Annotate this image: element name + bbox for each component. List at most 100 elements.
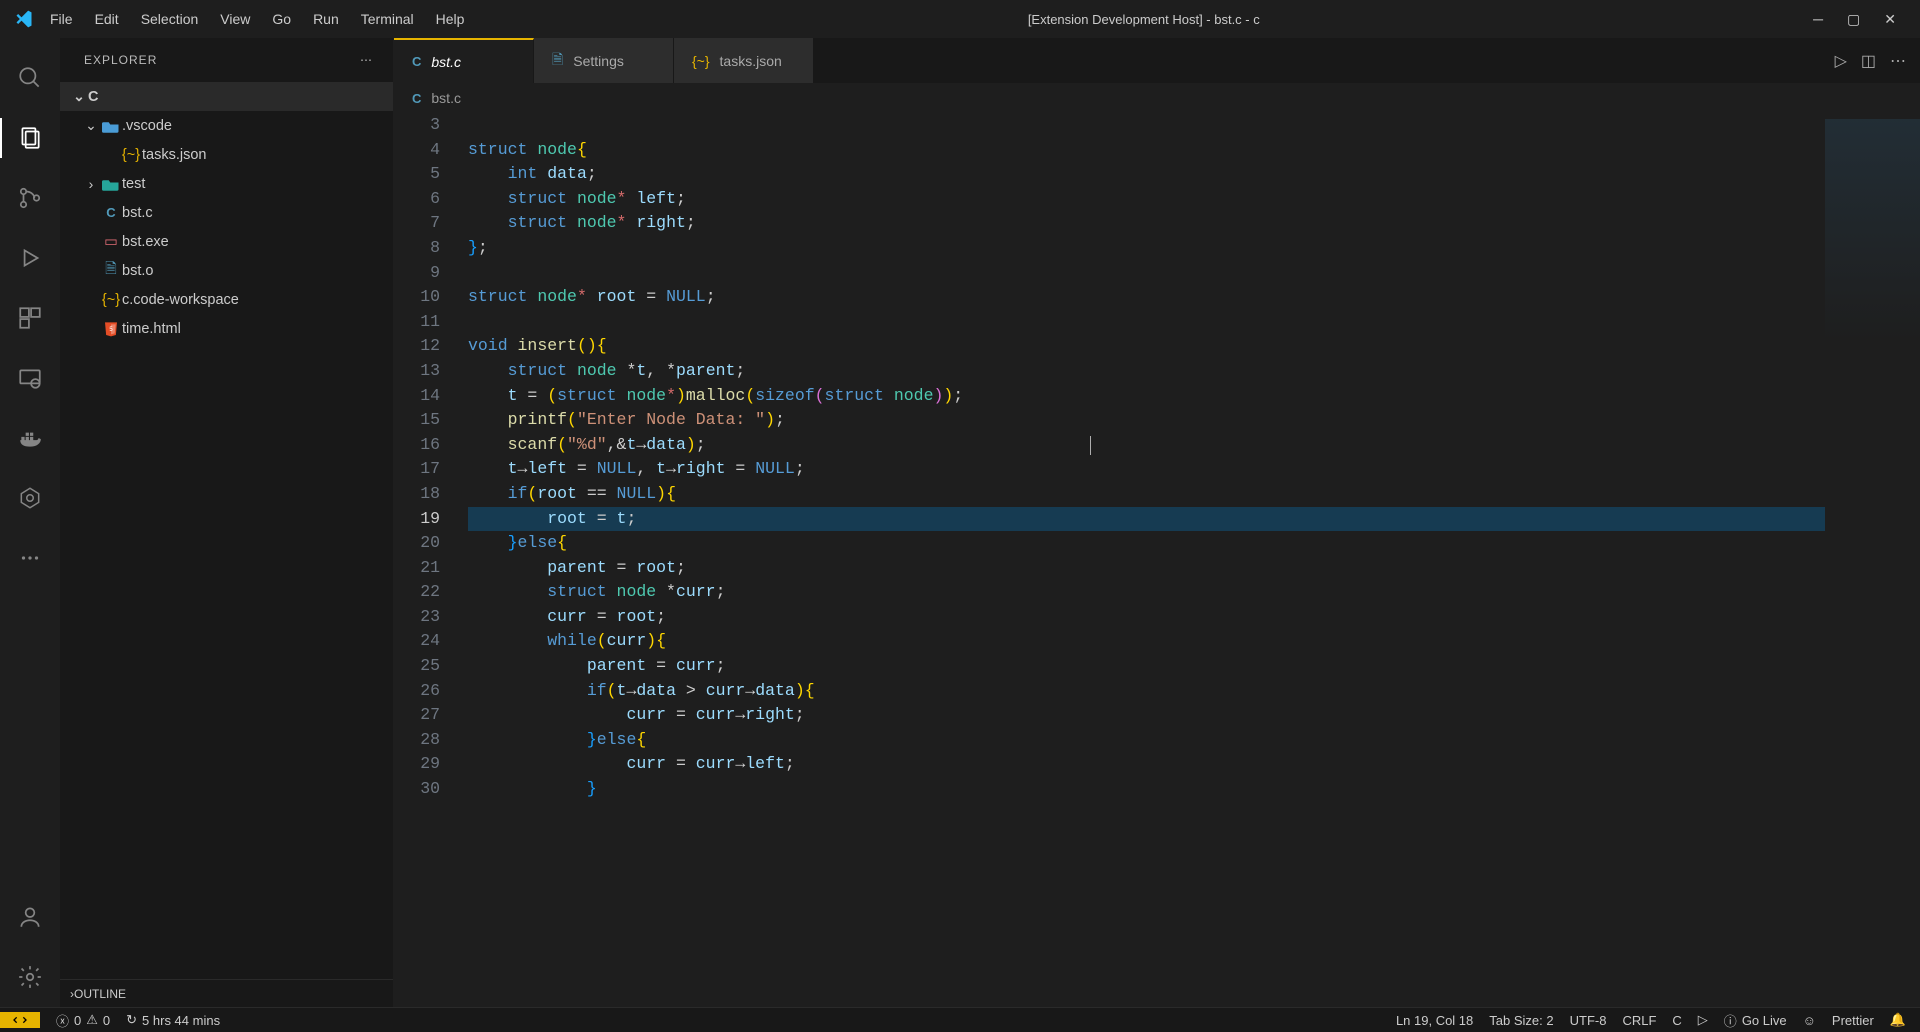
json-icon: {~} bbox=[100, 292, 122, 308]
tab-settings[interactable]: 🗎 Settings bbox=[534, 38, 674, 83]
titlebar: File Edit Selection View Go Run Terminal… bbox=[0, 0, 1920, 38]
split-editor-icon[interactable]: ◫ bbox=[1861, 51, 1876, 71]
outline-section[interactable]: › OUTLINE bbox=[60, 979, 393, 1007]
folder-icon bbox=[100, 177, 122, 191]
more-icon[interactable] bbox=[0, 528, 60, 588]
json-icon: {~} bbox=[120, 147, 142, 163]
close-icon[interactable]: ✕ bbox=[1884, 11, 1896, 28]
tree-folder-vscode[interactable]: ⌄ .vscode bbox=[60, 111, 393, 140]
chevron-down-icon: ⌄ bbox=[82, 117, 100, 134]
language-mode[interactable]: C bbox=[1672, 1013, 1681, 1028]
menu-run[interactable]: Run bbox=[303, 7, 349, 31]
broadcast-icon: ⓘ bbox=[1724, 1011, 1737, 1030]
prettier[interactable]: Prettier bbox=[1832, 1013, 1874, 1028]
root-label: C bbox=[88, 89, 98, 105]
tree-file-bst-c[interactable]: C bst.c bbox=[60, 198, 393, 227]
json-icon: {~} bbox=[692, 53, 710, 69]
c-file-icon: C bbox=[100, 205, 122, 220]
encoding[interactable]: UTF-8 bbox=[1570, 1013, 1607, 1028]
settings-file-icon: 🗎 bbox=[552, 49, 563, 73]
object-file-icon: 🗎 bbox=[100, 258, 122, 283]
source-control-icon[interactable] bbox=[0, 168, 60, 228]
tree-file-bst-o[interactable]: 🗎 bst.o bbox=[60, 256, 393, 285]
statusbar: ⓧ0 ⚠0 ↻ 5 hrs 44 mins Ln 19, Col 18 Tab … bbox=[0, 1007, 1920, 1032]
tree-folder-test[interactable]: › test bbox=[60, 169, 393, 198]
tree-file-tasks-json[interactable]: {~} tasks.json bbox=[60, 140, 393, 169]
vscode-logo-icon bbox=[8, 9, 40, 29]
minimap[interactable] bbox=[1825, 113, 1920, 1007]
run-icon[interactable]: ▷ bbox=[1835, 51, 1847, 71]
settings-gear-icon[interactable] bbox=[0, 947, 60, 1007]
feedback-icon[interactable]: ☺ bbox=[1803, 1013, 1816, 1028]
activity-bar bbox=[0, 38, 60, 1007]
chevron-right-icon: › bbox=[82, 176, 100, 192]
menu-file[interactable]: File bbox=[40, 7, 83, 31]
run-code-icon[interactable]: ▷ bbox=[1698, 1012, 1708, 1028]
tree-label: test bbox=[122, 176, 145, 192]
menu-bar: File Edit Selection View Go Run Terminal… bbox=[40, 7, 474, 31]
tree-label: time.html bbox=[122, 321, 181, 337]
tab-label: Settings bbox=[573, 53, 624, 69]
c-file-icon: C bbox=[412, 54, 421, 69]
time-tracker[interactable]: ↻ 5 hrs 44 mins bbox=[126, 1012, 220, 1028]
extensions-icon[interactable] bbox=[0, 288, 60, 348]
tree-label: .vscode bbox=[122, 118, 172, 134]
kubernetes-icon[interactable] bbox=[0, 468, 60, 528]
window-title: [Extension Development Host] - bst.c - c bbox=[474, 12, 1813, 27]
clock-icon: ↻ bbox=[126, 1012, 137, 1028]
minimize-icon[interactable]: ─ bbox=[1813, 11, 1823, 28]
sidebar: EXPLORER ⋯ ⌄ C ⌄ .vscode {~} tasks.json … bbox=[60, 38, 394, 1007]
menu-go[interactable]: Go bbox=[262, 7, 301, 31]
file-tree: ⌄ C ⌄ .vscode {~} tasks.json › test bbox=[60, 82, 393, 979]
breadcrumb[interactable]: C bst.c bbox=[394, 83, 1920, 113]
sidebar-more-icon[interactable]: ⋯ bbox=[360, 53, 373, 67]
tree-label: tasks.json bbox=[142, 147, 206, 163]
tab-label: bst.c bbox=[431, 54, 461, 70]
account-icon[interactable] bbox=[0, 887, 60, 947]
tab-bst-c[interactable]: C bst.c bbox=[394, 38, 534, 83]
editor: C bst.c 🗎 Settings {~} tasks.json ▷ ◫ ⋯ … bbox=[394, 38, 1920, 1007]
menu-view[interactable]: View bbox=[210, 7, 260, 31]
tree-file-workspace[interactable]: {~} c.code-workspace bbox=[60, 285, 393, 314]
tab-tasks-json[interactable]: {~} tasks.json bbox=[674, 38, 814, 83]
maximize-icon[interactable]: ▢ bbox=[1847, 11, 1860, 28]
explorer-icon[interactable] bbox=[0, 108, 60, 168]
chevron-down-icon: ⌄ bbox=[70, 88, 88, 105]
html-icon: 5 bbox=[100, 321, 122, 337]
code-editor[interactable]: struct node{ int data; struct node* left… bbox=[458, 113, 1825, 1007]
tree-label: c.code-workspace bbox=[122, 292, 239, 308]
go-live[interactable]: ⓘ Go Live bbox=[1724, 1011, 1787, 1030]
sidebar-title: EXPLORER bbox=[84, 53, 157, 67]
remote-indicator[interactable] bbox=[0, 1012, 40, 1028]
menu-selection[interactable]: Selection bbox=[131, 7, 209, 31]
eol[interactable]: CRLF bbox=[1622, 1013, 1656, 1028]
error-icon: ⓧ bbox=[56, 1011, 69, 1030]
tab-label: tasks.json bbox=[720, 53, 782, 69]
tree-label: bst.c bbox=[122, 205, 153, 221]
search-icon[interactable] bbox=[0, 48, 60, 108]
menu-help[interactable]: Help bbox=[426, 7, 475, 31]
remote-icon[interactable] bbox=[0, 348, 60, 408]
sidebar-header: EXPLORER ⋯ bbox=[60, 38, 393, 82]
problems-indicator[interactable]: ⓧ0 ⚠0 bbox=[56, 1011, 110, 1030]
editor-more-icon[interactable]: ⋯ bbox=[1890, 51, 1906, 71]
indentation[interactable]: Tab Size: 2 bbox=[1489, 1013, 1553, 1028]
tree-root[interactable]: ⌄ C bbox=[60, 82, 393, 111]
docker-icon[interactable] bbox=[0, 408, 60, 468]
warning-icon: ⚠ bbox=[86, 1012, 98, 1028]
tab-bar: C bst.c 🗎 Settings {~} tasks.json ▷ ◫ ⋯ bbox=[394, 38, 1920, 83]
menu-edit[interactable]: Edit bbox=[85, 7, 129, 31]
menu-terminal[interactable]: Terminal bbox=[351, 7, 424, 31]
exe-icon: ▭ bbox=[100, 234, 122, 250]
folder-icon bbox=[100, 119, 122, 133]
cursor-position[interactable]: Ln 19, Col 18 bbox=[1396, 1013, 1473, 1028]
outline-label: OUTLINE bbox=[74, 987, 126, 1001]
breadcrumb-label: bst.c bbox=[431, 90, 461, 106]
tree-label: bst.exe bbox=[122, 234, 169, 250]
notifications-icon[interactable]: 🔔 bbox=[1890, 1012, 1906, 1028]
run-debug-icon[interactable] bbox=[0, 228, 60, 288]
c-file-icon: C bbox=[412, 91, 421, 106]
tree-file-bst-exe[interactable]: ▭ bst.exe bbox=[60, 227, 393, 256]
tree-file-time-html[interactable]: 5 time.html bbox=[60, 314, 393, 343]
line-gutter: 3456789101112131415161718192021222324252… bbox=[394, 113, 458, 1007]
